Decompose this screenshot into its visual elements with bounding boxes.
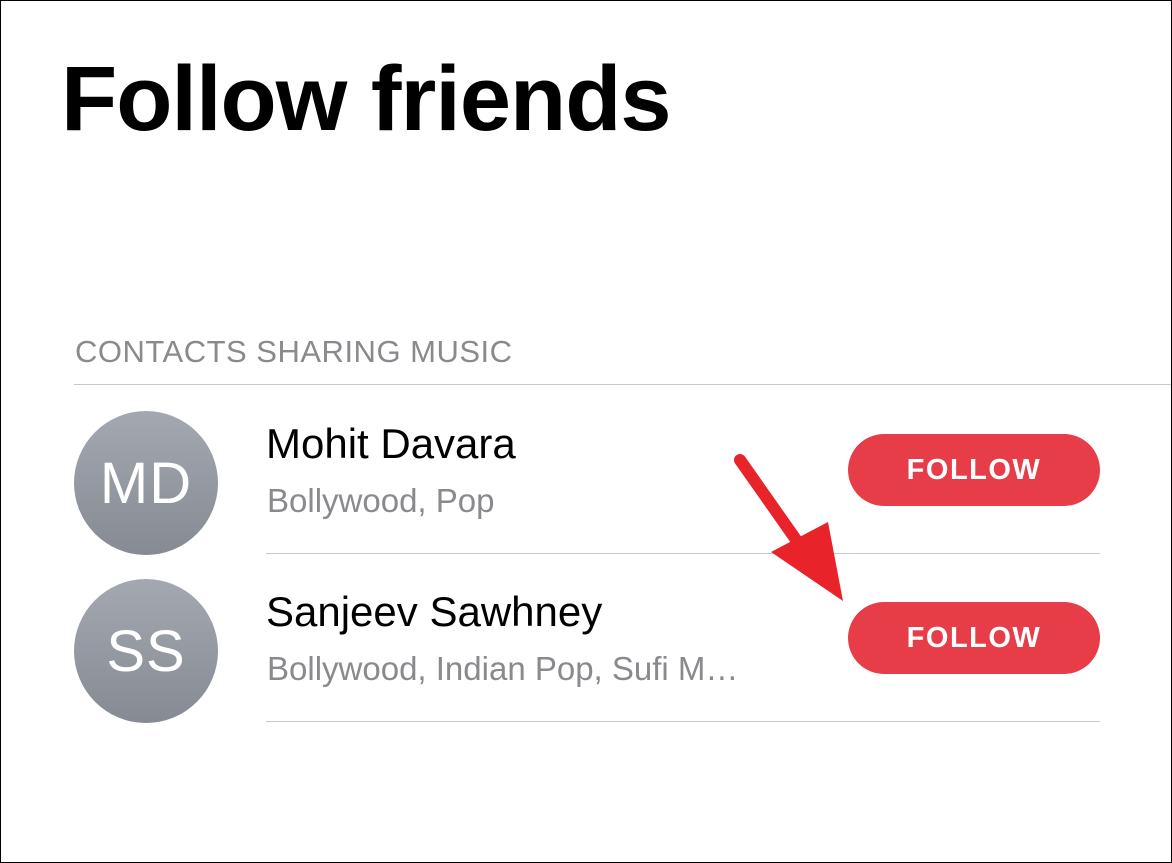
avatar: SS [74,579,218,723]
follow-button[interactable]: FOLLOW [848,434,1100,506]
contact-name: Mohit Davara [266,420,516,467]
avatar-initials: SS [106,618,186,684]
avatar-initials: MD [99,450,193,516]
contact-genres: Bollywood, Indian Pop, Sufi M… [267,650,739,687]
section-divider [74,384,1171,385]
contact-genres: Bollywood, Pop [267,482,495,519]
page-title: Follow friends [61,48,672,150]
section-header: CONTACTS SHARING MUSIC [75,334,513,369]
avatar: MD [74,411,218,555]
contact-name: Sanjeev Sawhney [266,588,603,635]
row-divider [266,721,1100,722]
app-window: Follow friends CONTACTS SHARING MUSIC MD… [0,0,1172,863]
follow-button[interactable]: FOLLOW [848,602,1100,674]
contact-row[interactable]: SS Sanjeev Sawhney Bollywood, Indian Pop… [1,554,1171,723]
contact-row[interactable]: MD Mohit Davara Bollywood, Pop FOLLOW [1,386,1171,555]
